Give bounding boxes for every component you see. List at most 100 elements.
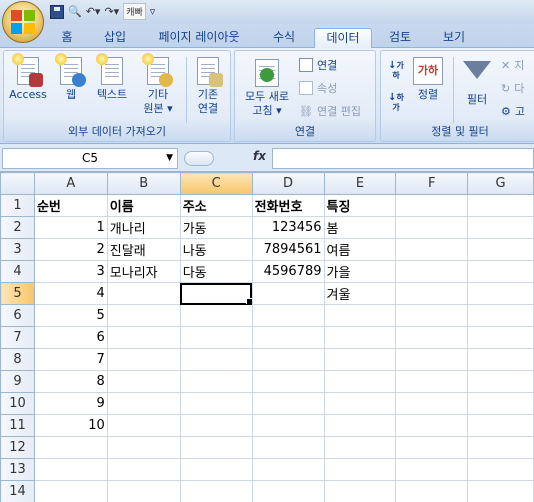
cell-a9[interactable]: 8 bbox=[33, 370, 108, 393]
cell-a4[interactable]: 3 bbox=[33, 260, 108, 283]
cell-e10[interactable] bbox=[323, 392, 397, 415]
tab-data[interactable]: 데이터 bbox=[314, 28, 372, 48]
cell-d4[interactable]: 4596789 bbox=[251, 260, 325, 283]
cell-b10[interactable] bbox=[106, 392, 181, 415]
cell-g7[interactable] bbox=[467, 326, 534, 349]
cell-a10[interactable]: 9 bbox=[33, 392, 108, 415]
cell-e4[interactable]: 가을 bbox=[323, 260, 397, 283]
cell-e6[interactable] bbox=[323, 304, 397, 327]
row-header[interactable]: 4 bbox=[0, 260, 35, 283]
sort-descending-button[interactable]: ↓하가 bbox=[385, 93, 405, 113]
formula-input[interactable] bbox=[272, 148, 534, 169]
cell-a7[interactable]: 6 bbox=[33, 326, 108, 349]
row-header[interactable]: 7 bbox=[0, 326, 35, 349]
formula-bar-resize-handle[interactable] bbox=[184, 151, 214, 166]
sort-button[interactable]: 가하 정렬 bbox=[409, 57, 447, 102]
cell-g10[interactable] bbox=[467, 392, 534, 415]
sort-ascending-button[interactable]: ↓가하 bbox=[385, 61, 405, 81]
cell-c11[interactable] bbox=[179, 414, 253, 437]
tab-view[interactable]: 보기 bbox=[434, 28, 474, 48]
cell-d1[interactable]: 전화번호 bbox=[251, 194, 325, 217]
customize-qat-chevron-icon[interactable]: ▿ bbox=[150, 3, 156, 20]
cell-e13[interactable] bbox=[323, 458, 397, 481]
cell-e8[interactable] bbox=[323, 348, 397, 371]
cell-a5[interactable]: 4 bbox=[33, 282, 108, 305]
cell-g8[interactable] bbox=[467, 348, 534, 371]
row-header[interactable]: 3 bbox=[0, 238, 35, 261]
cell-e5[interactable]: 겨울 bbox=[323, 282, 397, 305]
column-header-d[interactable]: D bbox=[251, 172, 325, 195]
from-access-button[interactable]: Access bbox=[8, 53, 48, 102]
cell-c9[interactable] bbox=[179, 370, 253, 393]
cell-d5[interactable] bbox=[251, 282, 325, 305]
row-header[interactable]: 6 bbox=[0, 304, 35, 327]
cell-f10[interactable] bbox=[395, 392, 469, 415]
cell-c6[interactable] bbox=[179, 304, 253, 327]
cell-d13[interactable] bbox=[251, 458, 325, 481]
cell-b14[interactable] bbox=[106, 480, 181, 502]
tab-page-layout[interactable]: 페이지 레이아웃 bbox=[150, 28, 248, 48]
cell-a1[interactable]: 순번 bbox=[33, 194, 108, 217]
cell-d7[interactable] bbox=[251, 326, 325, 349]
undo-button[interactable]: ↶▾ bbox=[86, 3, 101, 20]
cell-d11[interactable] bbox=[251, 414, 325, 437]
cell-f4[interactable] bbox=[395, 260, 469, 283]
connections-button[interactable]: 연결 bbox=[299, 57, 337, 73]
cell-c8[interactable] bbox=[179, 348, 253, 371]
cell-a8[interactable]: 7 bbox=[33, 348, 108, 371]
cell-a14[interactable] bbox=[33, 480, 108, 502]
cell-b2[interactable]: 개나리 bbox=[106, 216, 181, 239]
from-text-button[interactable]: 텍스트 bbox=[92, 53, 132, 102]
cell-c4[interactable]: 다동 bbox=[179, 260, 253, 283]
clear-filter-button[interactable]: ✕ 지 bbox=[501, 57, 524, 73]
column-header-f[interactable]: F bbox=[395, 172, 469, 195]
cell-e14[interactable] bbox=[323, 480, 397, 502]
edit-links-button[interactable]: ⛓ 연결 편집 bbox=[299, 103, 361, 119]
cell-g9[interactable] bbox=[467, 370, 534, 393]
tab-formulas[interactable]: 수식 bbox=[264, 28, 304, 48]
cell-f11[interactable] bbox=[395, 414, 469, 437]
cell-e1[interactable]: 특징 bbox=[323, 194, 397, 217]
filter-button[interactable]: 필터 bbox=[457, 61, 497, 107]
cell-d8[interactable] bbox=[251, 348, 325, 371]
cell-f3[interactable] bbox=[395, 238, 469, 261]
cell-d6[interactable] bbox=[251, 304, 325, 327]
cell-d12[interactable] bbox=[251, 436, 325, 459]
row-header[interactable]: 8 bbox=[0, 348, 35, 371]
cell-a2[interactable]: 1 bbox=[33, 216, 108, 239]
name-box[interactable]: C5 ▼ bbox=[2, 148, 178, 169]
cell-g3[interactable] bbox=[467, 238, 534, 261]
office-button[interactable] bbox=[2, 1, 44, 43]
cell-c12[interactable] bbox=[179, 436, 253, 459]
cell-c10[interactable] bbox=[179, 392, 253, 415]
select-all-corner[interactable] bbox=[0, 172, 35, 195]
row-header[interactable]: 14 bbox=[0, 480, 35, 502]
cell-d2[interactable]: 123456 bbox=[251, 216, 325, 239]
cell-d9[interactable] bbox=[251, 370, 325, 393]
qat-custom-label[interactable]: 캐빠 bbox=[123, 3, 146, 20]
cell-b8[interactable] bbox=[106, 348, 181, 371]
cell-b3[interactable]: 진달래 bbox=[106, 238, 181, 261]
cell-f12[interactable] bbox=[395, 436, 469, 459]
insert-function-button[interactable]: fx bbox=[253, 149, 266, 163]
cell-c1[interactable]: 주소 bbox=[179, 194, 253, 217]
refresh-all-button[interactable]: 모두 새로 고침 ▾ bbox=[239, 59, 295, 118]
cell-e7[interactable] bbox=[323, 326, 397, 349]
cell-f13[interactable] bbox=[395, 458, 469, 481]
cell-f5[interactable] bbox=[395, 282, 469, 305]
row-header[interactable]: 10 bbox=[0, 392, 35, 415]
cell-c3[interactable]: 나동 bbox=[179, 238, 253, 261]
cell-g11[interactable] bbox=[467, 414, 534, 437]
cell-b1[interactable]: 이름 bbox=[106, 194, 181, 217]
column-header-a[interactable]: A bbox=[33, 172, 108, 195]
cell-g5[interactable] bbox=[467, 282, 534, 305]
row-header[interactable]: 13 bbox=[0, 458, 35, 481]
cell-f1[interactable] bbox=[395, 194, 469, 217]
row-header[interactable]: 9 bbox=[0, 370, 35, 393]
row-header[interactable]: 11 bbox=[0, 414, 35, 437]
cell-a11[interactable]: 10 bbox=[33, 414, 108, 437]
tab-insert[interactable]: 삽입 bbox=[96, 28, 134, 48]
column-header-e[interactable]: E bbox=[323, 172, 397, 195]
cell-e9[interactable] bbox=[323, 370, 397, 393]
cell-c7[interactable] bbox=[179, 326, 253, 349]
